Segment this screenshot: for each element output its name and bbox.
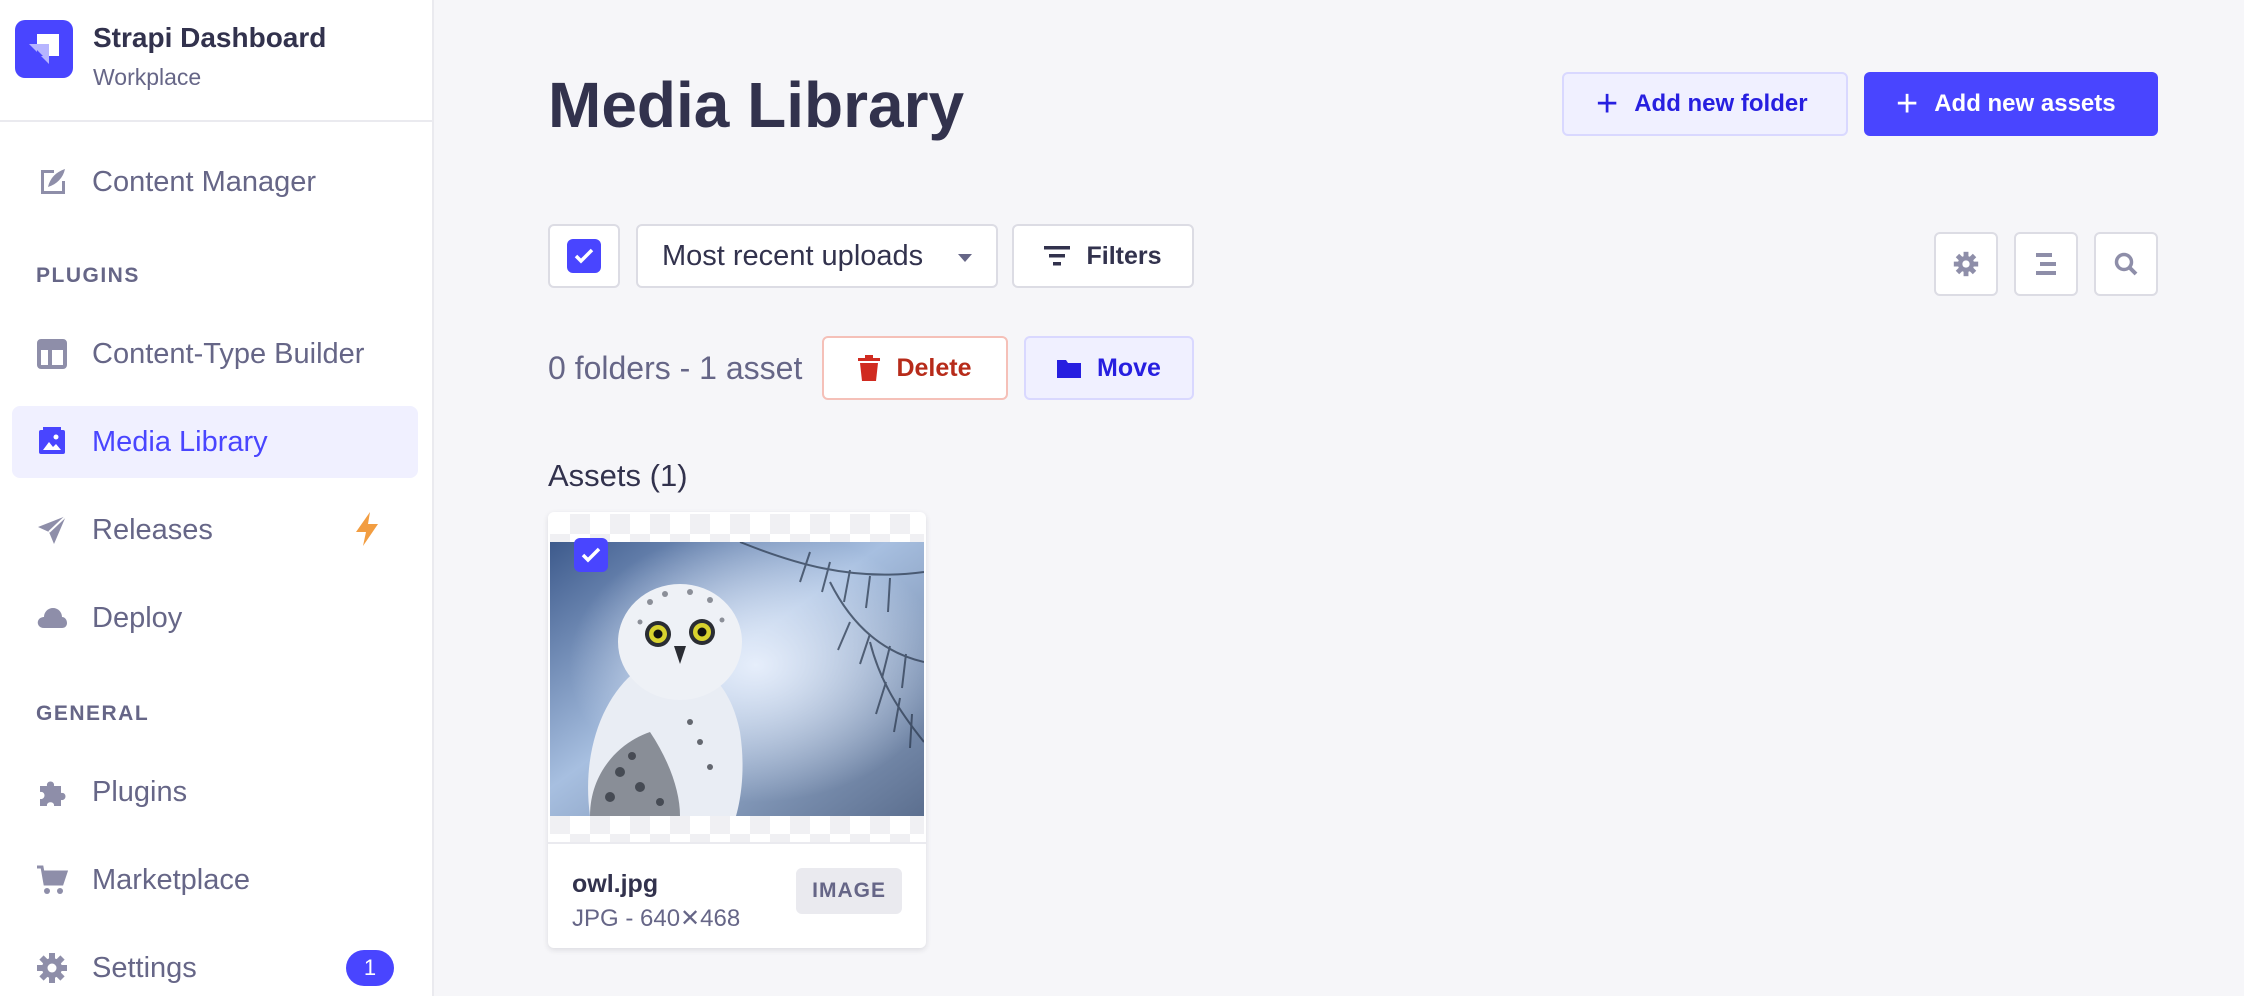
select-all-checkbox[interactable] bbox=[567, 239, 601, 273]
list-icon bbox=[2036, 253, 2056, 275]
layout-icon bbox=[34, 336, 70, 372]
sidebar-item-marketplace[interactable]: Marketplace bbox=[12, 844, 418, 916]
asset-checkbox[interactable] bbox=[574, 538, 608, 572]
sidebar-item-deploy[interactable]: Deploy bbox=[12, 582, 418, 654]
gear-icon bbox=[1953, 251, 1979, 277]
asset-card-body: owl.jpg JPG - 640✕468 IMAGE bbox=[548, 842, 926, 948]
sidebar-item-label: Releases bbox=[92, 513, 213, 546]
sidebar: Strapi Dashboard Workplace Content Manag… bbox=[0, 0, 434, 996]
trash-icon bbox=[858, 355, 881, 381]
sidebar-item-label: Content-Type Builder bbox=[92, 337, 365, 370]
settings-notification-badge: 1 bbox=[346, 950, 394, 986]
sidebar-item-media-library[interactable]: Media Library bbox=[12, 406, 418, 478]
plus-icon: + bbox=[1896, 83, 1919, 125]
add-new-folder-label: Add new folder bbox=[1634, 90, 1808, 117]
asset-meta: JPG - 640✕468 bbox=[572, 905, 741, 932]
folder-icon bbox=[1057, 360, 1082, 378]
asset-thumbnail[interactable] bbox=[550, 514, 924, 842]
strapi-logo-icon bbox=[15, 20, 73, 78]
sidebar-item-label: Marketplace bbox=[92, 863, 250, 896]
sidebar-item-label: Plugins bbox=[92, 775, 188, 808]
brand-title: Strapi Dashboard bbox=[93, 22, 327, 53]
selection-count: 0 folders - 1 asset bbox=[548, 350, 803, 386]
sidebar-item-plugins[interactable]: Plugins bbox=[12, 756, 418, 828]
brand-subtitle: Workplace bbox=[93, 64, 202, 90]
brand-header: Strapi Dashboard Workplace bbox=[0, 0, 432, 122]
add-new-assets-button[interactable]: + Add new assets bbox=[1864, 72, 2158, 136]
sort-select[interactable]: Most recent uploads bbox=[636, 224, 998, 288]
owl-image bbox=[550, 542, 924, 816]
sort-select-value: Most recent uploads bbox=[662, 239, 924, 272]
list-view-button[interactable] bbox=[2014, 232, 2078, 296]
sidebar-item-label: Settings bbox=[92, 951, 197, 984]
asset-name: owl.jpg bbox=[572, 870, 659, 898]
lightning-icon bbox=[354, 512, 380, 551]
sidebar-item-settings[interactable]: Settings 1 bbox=[12, 932, 418, 996]
plus-icon: + bbox=[1596, 83, 1619, 125]
page-title: Media Library bbox=[548, 69, 965, 141]
move-label: Move bbox=[1097, 353, 1161, 382]
assets-heading: Assets (1) bbox=[548, 458, 688, 493]
paper-plane-icon bbox=[34, 512, 70, 548]
move-button[interactable]: Move bbox=[1024, 336, 1194, 400]
select-all-checkbox-wrapper[interactable] bbox=[548, 224, 620, 288]
filters-label: Filters bbox=[1086, 241, 1162, 270]
feather-icon bbox=[34, 164, 70, 200]
add-new-assets-label: Add new assets bbox=[1934, 90, 2116, 117]
section-label-general: GENERAL bbox=[36, 702, 150, 725]
sidebar-item-label: Deploy bbox=[92, 601, 183, 634]
sidebar-item-label: Content Manager bbox=[92, 165, 317, 198]
sidebar-item-releases[interactable]: Releases bbox=[12, 494, 418, 566]
filters-button[interactable]: Filters bbox=[1012, 224, 1194, 288]
cart-icon bbox=[34, 862, 70, 898]
caret-down-icon bbox=[958, 254, 972, 262]
check-icon bbox=[581, 547, 601, 563]
asset-type-badge: IMAGE bbox=[796, 868, 902, 914]
sidebar-item-label: Media Library bbox=[92, 425, 268, 458]
check-icon bbox=[574, 248, 594, 264]
filter-icon bbox=[1044, 246, 1071, 266]
search-icon bbox=[2114, 252, 2138, 276]
delete-label: Delete bbox=[896, 353, 972, 382]
search-button[interactable] bbox=[2094, 232, 2158, 296]
delete-button[interactable]: Delete bbox=[822, 336, 1008, 400]
puzzle-icon bbox=[34, 774, 70, 810]
gear-icon bbox=[34, 950, 70, 986]
configure-view-button[interactable] bbox=[1934, 232, 1998, 296]
section-label-plugins: PLUGINS bbox=[36, 264, 140, 287]
asset-card[interactable]: owl.jpg JPG - 640✕468 IMAGE bbox=[548, 512, 926, 948]
add-new-folder-button[interactable]: + Add new folder bbox=[1562, 72, 1848, 136]
sidebar-item-content-type-builder[interactable]: Content-Type Builder bbox=[12, 318, 418, 390]
cloud-icon bbox=[34, 600, 70, 636]
image-icon bbox=[34, 424, 70, 460]
sidebar-item-content-manager[interactable]: Content Manager bbox=[12, 146, 418, 218]
